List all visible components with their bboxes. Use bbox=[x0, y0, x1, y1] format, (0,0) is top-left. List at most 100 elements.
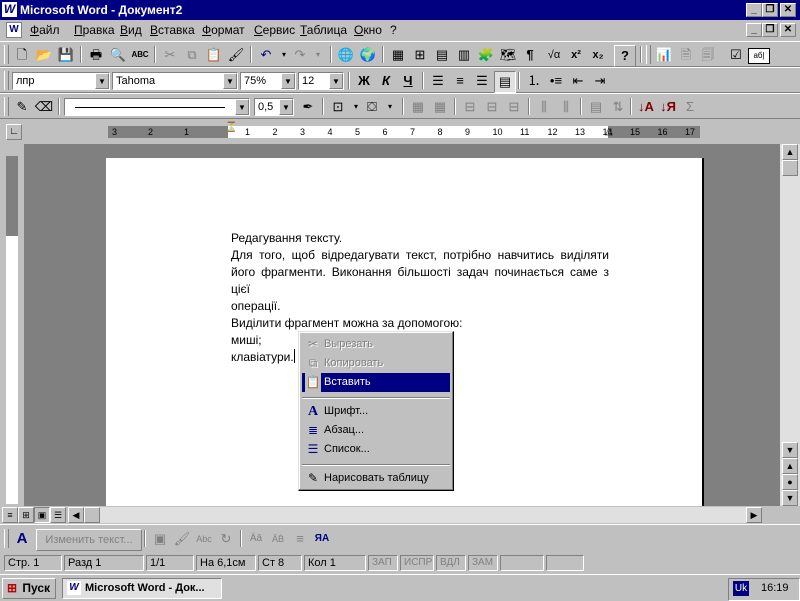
chevron-down-icon[interactable]: ▼ bbox=[279, 99, 293, 115]
increase-indent-icon[interactable]: ⇥ bbox=[590, 71, 610, 91]
pencil-icon[interactable]: ✎ bbox=[12, 97, 32, 117]
subscript-icon[interactable]: x₂ bbox=[588, 45, 608, 65]
scroll-thumb[interactable] bbox=[782, 160, 798, 176]
start-button[interactable]: ⊞ Пуск bbox=[2, 578, 56, 599]
close-button[interactable]: ✕ bbox=[780, 3, 796, 17]
outline-view-button[interactable]: ☰ bbox=[50, 507, 66, 523]
outside-border-icon[interactable]: ⊡ bbox=[328, 97, 348, 117]
autosum-icon[interactable]: Σ bbox=[680, 97, 700, 117]
toolbar-grip[interactable] bbox=[4, 97, 9, 116]
character-spacing-icon[interactable]: ЯА bbox=[312, 529, 332, 549]
align-center-icon[interactable]: ≡ bbox=[450, 71, 470, 91]
status-spelling[interactable] bbox=[546, 555, 584, 571]
select-browse-object-button[interactable]: ● bbox=[782, 474, 798, 490]
free-rotate-icon[interactable]: ↻ bbox=[216, 529, 236, 549]
help-icon[interactable]: ? bbox=[614, 45, 636, 67]
menu-tools[interactable]: Сервис bbox=[254, 23, 295, 37]
menu-item-paragraph[interactable]: ≣ Абзац... bbox=[302, 421, 450, 440]
status-extend[interactable]: ВДЛ bbox=[436, 555, 466, 571]
redo-dropdown-icon[interactable]: ▾ bbox=[308, 45, 328, 65]
border-color-icon[interactable]: ✒ bbox=[298, 97, 318, 117]
doc-line[interactable]: Для того, щоб відредагувати текст, потрі… bbox=[231, 247, 609, 264]
align-top-icon[interactable]: ⊟ bbox=[460, 97, 480, 117]
minimize-button[interactable]: _ bbox=[746, 3, 762, 17]
doc-restore-button[interactable]: ❐ bbox=[762, 23, 778, 37]
hyperlink-icon[interactable]: 🌐 bbox=[336, 45, 356, 65]
print-layout-button[interactable]: ▣ bbox=[34, 507, 50, 523]
next-page-button[interactable]: ▼ bbox=[782, 490, 798, 506]
scroll-left-button[interactable]: ◀ bbox=[68, 507, 84, 523]
align-bottom-icon[interactable]: ⊟ bbox=[504, 97, 524, 117]
undo-icon[interactable]: ↶ bbox=[256, 45, 276, 65]
edit-text-button[interactable]: Изменить текст... bbox=[36, 529, 142, 551]
redo-icon[interactable]: ↷ bbox=[290, 45, 310, 65]
vertical-ruler[interactable] bbox=[0, 144, 24, 506]
toolbar-grip[interactable] bbox=[4, 529, 9, 548]
eraser-icon[interactable]: ⌫ bbox=[34, 97, 54, 117]
taskbar-word-button[interactable]: W Microsoft Word - Док... bbox=[62, 578, 222, 599]
ruler-strip[interactable]: 3 2 1 1 2 3 4 5 6 7 8 9 10 11 12 13 14 15 16 17 ⏳ △ bbox=[108, 123, 700, 138]
menu-file[interactable]: Файл bbox=[30, 23, 60, 37]
copy-icon[interactable]: ⧉ bbox=[182, 45, 202, 65]
insert-table-icon[interactable]: ⊞ bbox=[410, 45, 430, 65]
align-middle-icon[interactable]: ⊟ bbox=[482, 97, 502, 117]
bullets-icon[interactable]: •≡ bbox=[546, 71, 566, 91]
vertical-scrollbar[interactable]: ▲ ▼ ▲ ● ▼ bbox=[780, 144, 800, 506]
normal-view-button[interactable]: ≡ bbox=[2, 507, 18, 523]
format-wordart-icon[interactable]: 🖌 bbox=[172, 529, 192, 549]
menu-item-copy[interactable]: ⧉ Копировать bbox=[302, 354, 450, 373]
scroll-down-button[interactable]: ▼ bbox=[782, 442, 798, 458]
bold-button[interactable]: Ж bbox=[354, 71, 374, 91]
print-icon[interactable]: 🖶 bbox=[86, 45, 106, 65]
decrease-indent-icon[interactable]: ⇤ bbox=[568, 71, 588, 91]
justify-icon[interactable]: ▤ bbox=[494, 71, 516, 93]
print-preview-icon[interactable]: 🔍 bbox=[108, 45, 128, 65]
h-scroll-thumb[interactable] bbox=[84, 507, 100, 523]
show-hide-icon[interactable]: ¶ bbox=[520, 45, 540, 65]
shading-icon[interactable]: ⛋ bbox=[362, 97, 382, 117]
word-app-icon[interactable]: W bbox=[2, 2, 17, 17]
distribute-rows-icon[interactable]: ⫼ bbox=[534, 97, 554, 117]
line-weight-combo[interactable]: 0,5 ▼ bbox=[254, 98, 294, 116]
text-direction-icon[interactable]: ⇅ bbox=[608, 97, 628, 117]
same-height-icon[interactable]: Äā bbox=[246, 529, 266, 549]
alignment-icon[interactable]: ≡ bbox=[290, 529, 310, 549]
numbering-icon[interactable]: ⒈ bbox=[524, 71, 544, 91]
status-overtype[interactable]: ЗАМ bbox=[468, 555, 498, 571]
menu-item-font[interactable]: A Шрифт... bbox=[302, 402, 450, 421]
font-size-combo[interactable]: 12 ▼ bbox=[298, 72, 344, 90]
document-map-icon[interactable]: 🗺 bbox=[498, 45, 518, 65]
menu-item-list[interactable]: ☰ Список... bbox=[302, 440, 450, 459]
format-painter-icon[interactable]: 🖌 bbox=[226, 45, 246, 65]
toolbar-grip[interactable] bbox=[4, 71, 9, 90]
cut-icon[interactable]: ✂ bbox=[160, 45, 180, 65]
menu-item-paste[interactable]: 📋 Вставить bbox=[302, 373, 450, 392]
doc-line[interactable]: Виділити фрагмент можна за допомогою: bbox=[231, 315, 609, 332]
paste-icon[interactable]: 📋 bbox=[204, 45, 224, 65]
chevron-down-icon[interactable]: ▼ bbox=[235, 99, 249, 115]
align-right-icon[interactable]: ☰ bbox=[472, 71, 492, 91]
wordart-gallery-icon[interactable]: ▣ bbox=[150, 529, 170, 549]
save-icon[interactable]: 💾 bbox=[56, 45, 76, 65]
menu-item-draw-table[interactable]: ✎ Нарисовать таблицу bbox=[302, 469, 450, 488]
web-toolbar-icon[interactable]: 🌍 bbox=[358, 45, 378, 65]
wordart-icon[interactable]: A bbox=[12, 529, 32, 549]
menu-help[interactable]: ? bbox=[390, 23, 397, 37]
zoom-combo[interactable]: 75% ▼ bbox=[240, 72, 296, 90]
doc-minimize-button[interactable]: _ bbox=[746, 23, 762, 37]
superscript-icon[interactable]: x² bbox=[566, 45, 586, 65]
menu-item-cut[interactable]: ✂ Вырезать bbox=[302, 335, 450, 354]
right-indent-marker-icon[interactable]: △ bbox=[605, 127, 613, 137]
horizontal-scrollbar[interactable]: ◀ ▶ bbox=[68, 507, 762, 523]
scroll-up-button[interactable]: ▲ bbox=[782, 144, 798, 160]
vertical-text-icon[interactable]: ĀḂ bbox=[268, 529, 288, 549]
italic-button[interactable]: К bbox=[376, 71, 396, 91]
table-autoformat-icon[interactable]: ▤ bbox=[586, 97, 606, 117]
restore-button[interactable]: ❐ bbox=[762, 3, 778, 17]
tables-borders-icon[interactable]: ▦ bbox=[388, 45, 408, 65]
spelling-icon[interactable]: АВС bbox=[130, 45, 150, 65]
checkbox-icon[interactable]: ☑ bbox=[726, 45, 746, 65]
distribute-columns-icon[interactable]: ⫼ bbox=[556, 97, 576, 117]
open-folder-icon[interactable]: 📂 bbox=[34, 45, 54, 65]
scroll-right-button[interactable]: ▶ bbox=[746, 507, 762, 523]
